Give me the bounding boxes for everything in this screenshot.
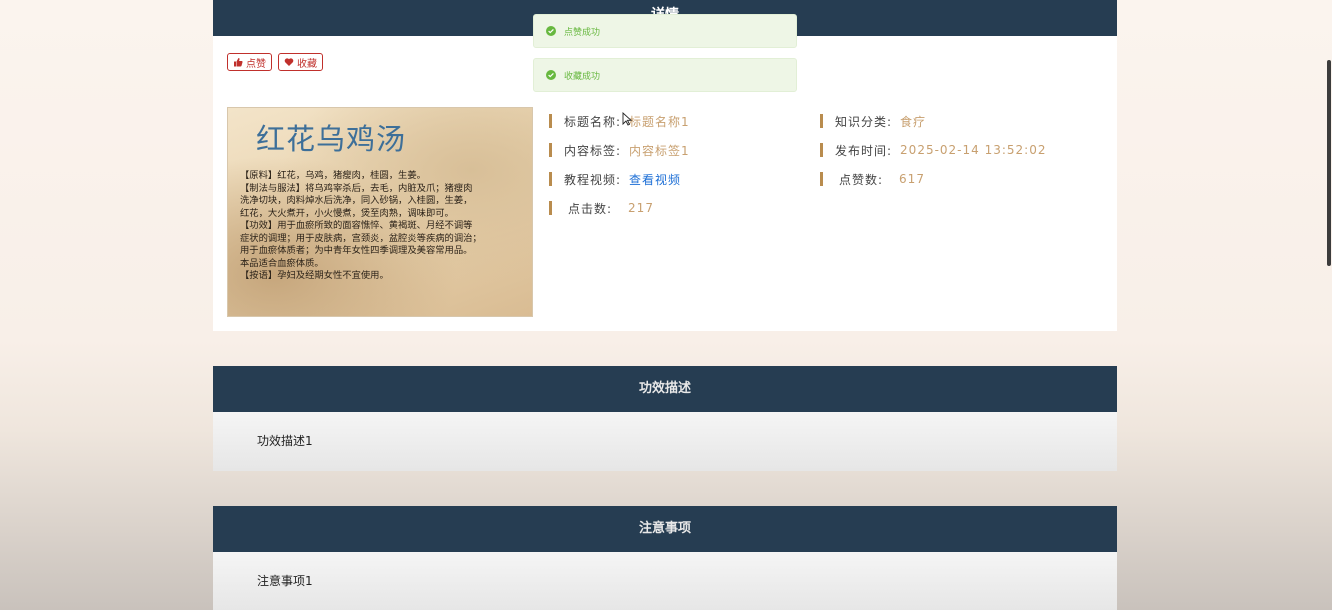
thumbs-up-icon: [234, 58, 243, 67]
action-buttons: 点赞 收藏: [227, 53, 323, 71]
toast-favorite-success: 收藏成功: [533, 58, 797, 92]
cover-line: 本品适合血瘀体质。: [240, 257, 324, 269]
info-likes-value: 617: [899, 172, 925, 186]
toast-like-success: 点赞成功: [533, 14, 797, 48]
info-category-value: 食疗: [900, 114, 927, 129]
info-title-label: 标题名称:: [564, 114, 622, 129]
info-clicks: 点击数: 217: [549, 200, 654, 216]
favorite-button-label: 收藏: [297, 58, 317, 70]
accent-bar: [820, 172, 823, 186]
cover-line: 【按语】孕妇及经期女性不宜使用。: [240, 270, 389, 281]
heart-icon: [284, 58, 294, 66]
cover-line: 症状的调理；用于皮肤病，宫颈炎，盆腔炎等疾病的调治；: [240, 232, 482, 244]
view-video-link[interactable]: 查看视频: [629, 171, 681, 188]
accent-bar: [549, 143, 552, 157]
info-clicks-value: 217: [628, 201, 654, 215]
info-title: 标题名称: 标题名称1: [549, 113, 690, 129]
scrollbar[interactable]: [1324, 0, 1332, 610]
cover-recipe-text: 【原料】红花，乌鸡，猪瘦肉，桂圆，生姜。 【制法与服法】将乌鸡宰杀后，去毛，内脏…: [240, 170, 526, 283]
section-precautions-body: 注意事项1: [213, 552, 1117, 610]
like-button-label: 点赞: [246, 58, 266, 70]
mouse-cursor-icon: [622, 112, 632, 126]
info-likes-label: 点赞数:: [839, 172, 884, 187]
section-precautions-title: 注意事项: [213, 506, 1117, 552]
info-tag-label: 内容标签:: [564, 143, 622, 158]
cover-line: 洗净切块，肉料焯水后洗净，同入砂锅，入桂圆，生姜，: [240, 195, 473, 206]
cover-line: 红花，大火煮开，小火慢煮，煲至肉熟，调味即可。: [240, 207, 454, 219]
section-precautions: 注意事项 注意事项1: [213, 506, 1117, 610]
info-tag-value: 内容标签1: [629, 143, 690, 158]
accent-bar: [549, 114, 552, 128]
cover-line: 用于血瘀体质者；为中青年女性四季调理及美容常用品。: [240, 245, 473, 256]
accent-bar: [820, 143, 823, 157]
check-circle-icon: [546, 70, 556, 80]
info-video: 教程视频: 查看视频: [549, 171, 681, 187]
info-publish-value: 2025-02-14 13:52:02: [900, 143, 1047, 157]
info-clicks-label: 点击数:: [568, 201, 613, 216]
detail-panel: 详情 点赞 收藏 红花乌鸡汤 【原料】红花，乌鸡，猪瘦肉，桂圆，生姜。 【制法与…: [213, 0, 1117, 331]
info-category: 知识分类: 食疗: [820, 113, 926, 129]
favorite-button[interactable]: 收藏: [278, 53, 323, 71]
info-category-label: 知识分类:: [835, 114, 893, 129]
section-efficacy-body: 功效描述1: [213, 412, 1117, 471]
info-likes: 点赞数: 617: [820, 171, 925, 187]
accent-bar: [549, 201, 552, 215]
info-title-value: 标题名称1: [629, 114, 690, 129]
cover-line: 【原料】红花，乌鸡，猪瘦肉，桂圆，生姜。: [240, 170, 426, 181]
info-publish: 发布时间: 2025-02-14 13:52:02: [820, 142, 1047, 158]
accent-bar: [549, 172, 552, 186]
toast-text: 收藏成功: [564, 71, 601, 82]
info-publish-label: 发布时间:: [835, 143, 893, 158]
info-video-label: 教程视频:: [564, 172, 622, 187]
toast-text: 点赞成功: [564, 27, 601, 38]
section-efficacy: 功效描述 功效描述1: [213, 366, 1117, 471]
scrollbar-thumb[interactable]: [1327, 60, 1331, 266]
cover-line: 【制法与服法】将乌鸡宰杀后，去毛，内脏及爪；猪瘦肉: [240, 182, 473, 194]
accent-bar: [820, 114, 823, 128]
info-tag: 内容标签: 内容标签1: [549, 142, 690, 158]
cover-title: 红花乌鸡汤: [256, 122, 407, 156]
cover-line: 【功效】用于血瘀所致的面容憔悴、黄褐斑、月经不调等: [240, 220, 473, 231]
section-efficacy-title: 功效描述: [213, 366, 1117, 412]
cover-image: 红花乌鸡汤 【原料】红花，乌鸡，猪瘦肉，桂圆，生姜。 【制法与服法】将乌鸡宰杀后…: [227, 107, 533, 317]
check-circle-icon: [546, 26, 556, 36]
like-button[interactable]: 点赞: [227, 53, 272, 71]
